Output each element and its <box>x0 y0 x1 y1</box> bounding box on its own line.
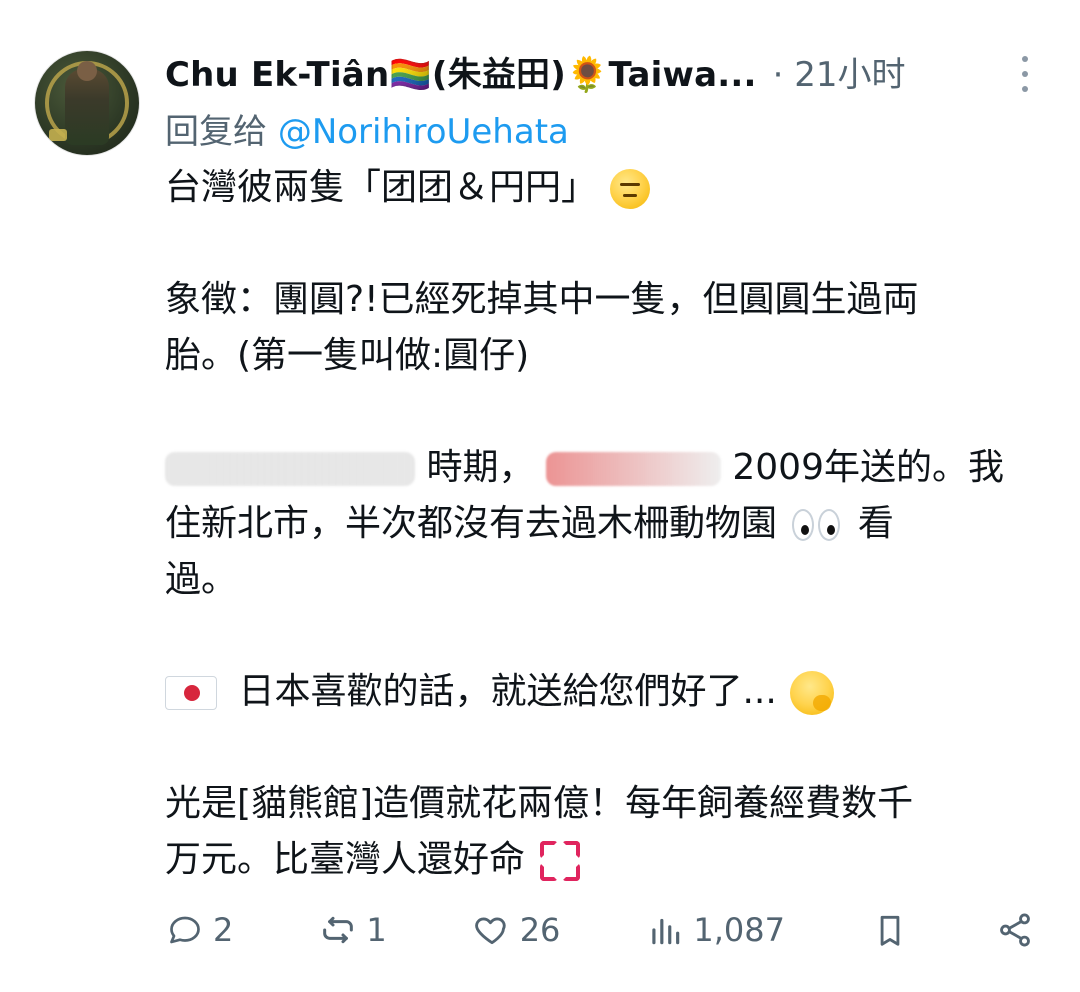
tweet-card[interactable]: Chu Ek-Tiân🏳️‍🌈(朱益田)🌻Taiwa... · 21小时 回复给… <box>0 0 1080 992</box>
eye-left <box>792 509 815 541</box>
anger-stroke <box>540 863 559 881</box>
retweet-icon <box>318 910 358 950</box>
tweet-paragraph-4: 日本喜歡的話，就送給您們好了... <box>165 664 1045 720</box>
tweet-text: 台灣彼兩隻「团团＆円円」 象徵：團圓?!已經死掉其中一隻，但圓圓生過両 胎。(第… <box>165 160 1045 888</box>
avatar-head <box>77 61 97 81</box>
author-display-name[interactable]: Chu Ek-Tiân🏳️‍🌈(朱益田)🌻Taiwa... <box>165 47 757 96</box>
like-button[interactable]: 26 <box>472 902 561 958</box>
tweet-text-p4: 日本喜歡的話，就送給您們好了... <box>238 671 777 712</box>
eyes-icon <box>790 505 844 545</box>
tweet-text-p3-line3: 過。 <box>165 559 238 600</box>
anger-stroke <box>562 863 581 881</box>
replying-to-handle-link[interactable]: @NorihiroUehata <box>278 112 569 152</box>
more-dot <box>1022 86 1028 92</box>
blurred-text <box>165 452 415 486</box>
views-button[interactable]: 1,087 <box>645 902 785 958</box>
reply-button[interactable]: 2 <box>165 902 233 958</box>
blurred-text-red <box>545 452 721 486</box>
tweet-text-p5b: 万元。比臺灣人還好命 <box>165 839 526 880</box>
like-count: 26 <box>519 911 561 949</box>
avatar-gold-mark <box>49 129 67 141</box>
heart-icon <box>472 910 512 950</box>
tweet-text-p3-line2-end: 看 <box>857 503 894 544</box>
share-icon <box>995 910 1035 950</box>
more-icon[interactable] <box>1012 56 1038 92</box>
hand-over-mouth-icon <box>790 671 835 715</box>
anger-symbol-icon <box>538 839 582 883</box>
share-button[interactable] <box>995 902 1035 958</box>
reply-icon <box>165 910 205 950</box>
tweet-paragraph-3: 時期， 2009年送的。我 住新北市，半次都沒有去過木柵動物園 看 過。 <box>165 440 1045 608</box>
views-icon <box>645 910 685 950</box>
tweet-text-p2a: 象徵：團圓?!已經死掉其中一隻，但圓圓生過両 <box>165 279 919 320</box>
tweet-text-p2b: 胎。(第一隻叫做:圓仔) <box>165 335 530 376</box>
retweet-count: 1 <box>366 911 387 949</box>
avatar[interactable] <box>34 50 140 156</box>
tweet-text-p3-end: 2009年送的。我 <box>732 447 1004 488</box>
anger-stroke <box>540 841 559 859</box>
reply-count: 2 <box>213 911 234 949</box>
tweet-text-p3-line2: 住新北市，半次都沒有去過木柵動物園 <box>165 503 778 544</box>
more-dot <box>1022 56 1028 62</box>
eye-right <box>818 509 841 541</box>
retweet-button[interactable]: 1 <box>318 902 387 958</box>
tweet-header: Chu Ek-Tiân🏳️‍🌈(朱益田)🌻Taiwa... · 21小时 <box>165 47 985 96</box>
tweet-paragraph-1: 台灣彼兩隻「团团＆円円」 <box>165 160 1045 216</box>
tweet-paragraph-5: 光是[貓熊館]造價就花兩億！每年飼養經費数千 万元。比臺灣人還好命 <box>165 776 1045 888</box>
expressionless-face-icon <box>610 169 651 209</box>
tweet-timestamp[interactable]: · 21小时 <box>773 47 906 96</box>
tweet-text-p5a: 光是[貓熊館]造價就花兩億！每年飼養經費数千 <box>165 783 914 824</box>
japan-flag-icon <box>165 676 217 710</box>
bookmark-icon <box>870 910 910 950</box>
bookmark-button[interactable] <box>870 902 910 958</box>
anger-stroke <box>562 841 581 859</box>
replying-to: 回复给 @NorihiroUehata <box>165 104 569 153</box>
more-dot <box>1022 71 1028 77</box>
tweet-paragraph-2: 象徵：團圓?!已經死掉其中一隻，但圓圓生過両 胎。(第一隻叫做:圓仔) <box>165 272 1045 384</box>
tweet-text-p1: 台灣彼兩隻「团团＆円円」 <box>165 167 598 208</box>
tweet-actions: 2 1 26 1,087 <box>165 900 1035 960</box>
views-count: 1,087 <box>693 911 785 949</box>
replying-to-prefix: 回复给 <box>165 112 267 152</box>
tweet-text-p3-mid: 時期， <box>426 447 535 488</box>
